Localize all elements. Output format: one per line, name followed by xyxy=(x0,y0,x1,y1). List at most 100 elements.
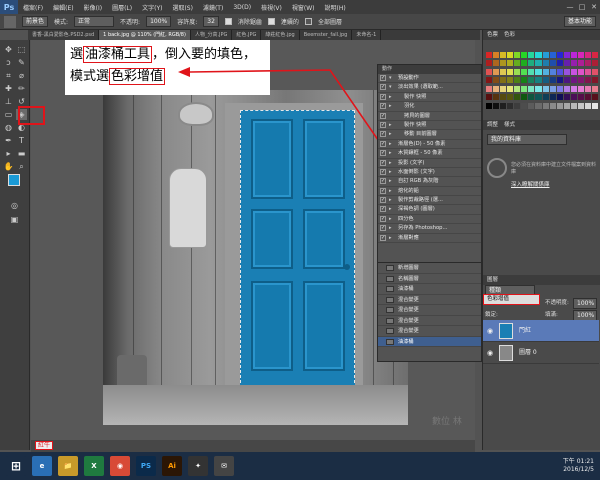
action-row[interactable]: ✓ ▸ 水面倒影 (文字) xyxy=(378,168,481,178)
swatch-grid[interactable] xyxy=(486,52,598,110)
screen-mode-icon[interactable]: ▣ xyxy=(9,214,20,225)
swatch-cell[interactable] xyxy=(521,60,528,67)
swatch-cell[interactable] xyxy=(493,52,500,58)
visibility-eye-icon[interactable]: ◉ xyxy=(487,320,493,342)
swatch-cell[interactable] xyxy=(549,102,556,109)
swatch-cell[interactable] xyxy=(584,52,591,58)
excel-icon[interactable]: X xyxy=(84,456,104,476)
swatch-cell[interactable] xyxy=(521,68,528,75)
swatch-cell[interactable] xyxy=(570,94,577,101)
action-row[interactable]: ✓ ▸ 移動 目前圖層 xyxy=(378,130,481,140)
hand-tool-icon[interactable]: ✋ xyxy=(3,161,14,172)
history-row[interactable]: 混合變更 xyxy=(378,316,481,326)
swatch-cell[interactable] xyxy=(500,102,507,109)
swatch-cell[interactable] xyxy=(528,68,535,75)
swatch-cell[interactable] xyxy=(549,68,556,75)
swatch-cell[interactable] xyxy=(486,77,493,84)
swatch-cell[interactable] xyxy=(556,94,563,101)
paint-bucket-tool-icon[interactable] xyxy=(4,15,16,28)
history-row[interactable]: 混合變更 xyxy=(378,295,481,305)
marquee-tool-icon[interactable]: ⬚ xyxy=(16,44,27,55)
menu-filter[interactable]: 濾鏡(T) xyxy=(198,3,228,12)
history-row[interactable]: 名稱圖層 xyxy=(378,274,481,284)
swatch-cell[interactable] xyxy=(570,77,577,84)
swatch-cell[interactable] xyxy=(577,102,584,109)
swatch-cell[interactable] xyxy=(563,60,570,67)
swatch-cell[interactable] xyxy=(493,60,500,67)
menu-layer[interactable]: 圖層(L) xyxy=(107,3,137,12)
eyedropper-tool-icon[interactable]: ⌀ xyxy=(16,70,27,81)
swatch-cell[interactable] xyxy=(507,85,514,92)
swatch-cell[interactable] xyxy=(556,85,563,92)
antialias-checkbox[interactable] xyxy=(224,18,232,25)
menu-file[interactable]: 檔案(F) xyxy=(18,3,48,12)
swatch-cell[interactable] xyxy=(591,68,598,75)
swatch-cell[interactable] xyxy=(486,94,493,101)
blue-door[interactable] xyxy=(240,110,355,388)
doc-tab[interactable]: 綠莊紅色.jpg xyxy=(261,30,300,40)
swatch-cell[interactable] xyxy=(570,102,577,109)
swatch-cell[interactable] xyxy=(563,94,570,101)
photoshop-icon[interactable]: PS xyxy=(136,456,156,476)
history-row-active[interactable]: 油漆桶 xyxy=(378,336,481,347)
doc-tab[interactable]: 書香-黑白愛影色.PSD2.psd xyxy=(28,30,100,40)
mail-icon[interactable]: ✉ xyxy=(214,456,234,476)
tab-adjustments[interactable]: 調整 xyxy=(487,120,498,130)
zoom-tool-icon[interactable]: ⌕ xyxy=(16,161,27,172)
swatch-cell[interactable] xyxy=(577,94,584,101)
swatch-cell[interactable] xyxy=(500,85,507,92)
visibility-eye-icon[interactable]: ◉ xyxy=(487,342,493,364)
action-row[interactable]: ✓ ▸ 製作 快照 xyxy=(378,121,481,131)
swatch-cell[interactable] xyxy=(514,52,521,58)
layer-row-active[interactable]: ◉ 門紅 xyxy=(483,320,599,342)
swatch-cell[interactable] xyxy=(535,52,542,58)
mode-select[interactable]: 正常 xyxy=(74,16,115,27)
doc-tab[interactable]: Beemster_fall.jpg xyxy=(300,30,353,40)
swatch-cell[interactable] xyxy=(521,52,528,58)
swatch-cell[interactable] xyxy=(570,60,577,67)
menu-help[interactable]: 說明(H) xyxy=(320,3,351,12)
swatch-cell[interactable] xyxy=(493,85,500,92)
action-row[interactable]: ✓ ▾ 淡出效果 (選取範... xyxy=(378,83,481,93)
menu-view[interactable]: 檢視(V) xyxy=(256,3,287,12)
foreground-color-swatch[interactable] xyxy=(8,174,20,186)
close-button[interactable]: ✕ xyxy=(588,3,600,11)
swatch-cell[interactable] xyxy=(570,52,577,58)
file-explorer-icon[interactable]: 📁 xyxy=(58,456,78,476)
action-row[interactable]: ✓ ▸ 製作剪裁路徑 (選... xyxy=(378,196,481,206)
blend-mode-select[interactable]: 色彩增值 xyxy=(483,294,540,305)
start-button[interactable]: ⊞ xyxy=(6,456,26,476)
action-row[interactable]: ✓ ▸ 木質鑲框 - 50 像素 xyxy=(378,149,481,159)
swatch-cell[interactable] xyxy=(556,60,563,67)
swatch-cell[interactable] xyxy=(528,77,535,84)
swatch-cell[interactable] xyxy=(535,85,542,92)
swatch-cell[interactable] xyxy=(486,52,493,58)
menu-select[interactable]: 選取(S) xyxy=(167,3,198,12)
swatch-cell[interactable] xyxy=(556,102,563,109)
swatch-cell[interactable] xyxy=(577,85,584,92)
swatch-cell[interactable] xyxy=(528,52,535,58)
swatch-cell[interactable] xyxy=(493,102,500,109)
eraser-tool-icon[interactable]: ▭ xyxy=(3,109,14,120)
doc-tab[interactable]: 紅色.JPG xyxy=(232,30,262,40)
swatch-cell[interactable] xyxy=(507,68,514,75)
swatch-cell[interactable] xyxy=(514,85,521,92)
swatch-cell[interactable] xyxy=(507,77,514,84)
move-tool-icon[interactable]: ✥ xyxy=(3,44,14,55)
swatch-cell[interactable] xyxy=(542,68,549,75)
tolerance-input[interactable]: 32 xyxy=(203,16,219,27)
menu-edit[interactable]: 編輯(E) xyxy=(48,3,78,12)
quick-mask-icon[interactable]: ◎ xyxy=(9,200,20,211)
swatch-cell[interactable] xyxy=(500,94,507,101)
swatch-cell[interactable] xyxy=(486,60,493,67)
swatch-cell[interactable] xyxy=(591,52,598,58)
swatch-cell[interactable] xyxy=(493,68,500,75)
illustrator-icon[interactable]: Ai xyxy=(162,456,182,476)
swatch-cell[interactable] xyxy=(563,52,570,58)
swatch-cell[interactable] xyxy=(591,102,598,109)
swatch-cell[interactable] xyxy=(500,60,507,67)
swatch-cell[interactable] xyxy=(542,60,549,67)
healing-tool-icon[interactable]: ✚ xyxy=(3,83,14,94)
doc-tab[interactable]: 人物_分高.JPG xyxy=(191,30,233,40)
swatch-cell[interactable] xyxy=(514,94,521,101)
